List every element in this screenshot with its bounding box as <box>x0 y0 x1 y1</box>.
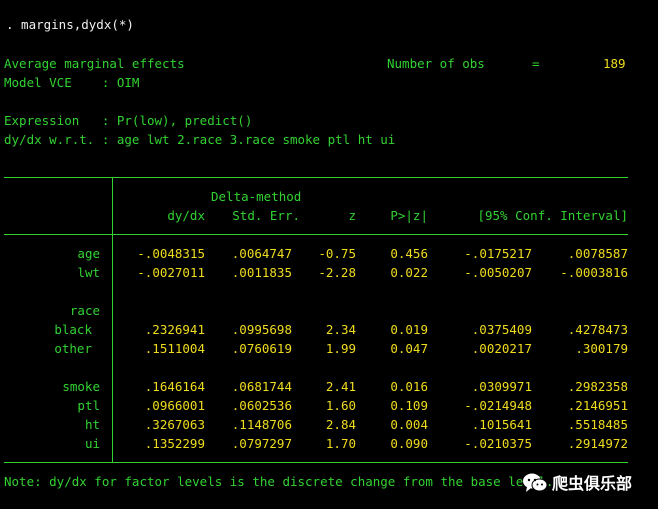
row-label-ptl: ptl <box>77 398 100 413</box>
cell-ht-dydx: .3267063 <box>144 417 205 432</box>
footnote: Note: dy/dx for factor levels is the dis… <box>4 474 554 489</box>
cell-black-ci-lower: .0375409 <box>471 322 532 337</box>
model-vce: Model VCE : OIM <box>4 75 140 90</box>
cell-ht-z: 2.84 <box>325 417 356 432</box>
cell-ptl-ci-lower: -.0214948 <box>464 398 532 413</box>
cell-ptl-pvalue: 0.109 <box>390 398 428 413</box>
cell-age-z: -0.75 <box>318 246 356 261</box>
cell-ptl-ci-upper: .2146951 <box>567 398 628 413</box>
col-stderr-header: Std. Err. <box>232 208 300 223</box>
cell-age-stderr: .0064747 <box>231 246 292 261</box>
col-dydx-header: dy/dx <box>167 208 205 223</box>
expression-line: Expression : Pr(low), predict() <box>4 113 253 128</box>
cell-black-dydx: .2326941 <box>144 322 205 337</box>
nobs-value: 189 <box>603 56 626 71</box>
col-z-header: z <box>348 208 356 223</box>
cell-other-ci-lower: .0020217 <box>471 341 532 356</box>
row-label-race: race <box>69 303 100 318</box>
row-label-other: other <box>54 341 92 356</box>
results-title: Average marginal effects <box>4 56 185 71</box>
table-bottom-rule <box>4 462 628 463</box>
table-column-divider <box>112 177 113 462</box>
table-top-rule <box>4 177 628 178</box>
row-label-age: age <box>77 246 100 261</box>
nobs-label: Number of obs <box>387 56 485 71</box>
cell-age-dydx: -.0048315 <box>137 246 205 261</box>
command-line: . margins,dydx(*) <box>6 17 134 32</box>
cell-lwt-pvalue: 0.022 <box>390 265 428 280</box>
row-label-lwt: lwt <box>77 265 100 280</box>
cell-smoke-ci-upper: .2982358 <box>567 379 628 394</box>
cell-ptl-stderr: .0602536 <box>231 398 292 413</box>
cell-lwt-ci-upper: -.0003816 <box>560 265 628 280</box>
cell-other-stderr: .0760619 <box>231 341 292 356</box>
cell-other-dydx: .1511004 <box>144 341 205 356</box>
cell-other-ci-upper: .300179 <box>575 341 628 356</box>
cell-ui-dydx: .1352299 <box>144 436 205 451</box>
cell-black-z: 2.34 <box>325 322 356 337</box>
row-label-ui: ui <box>84 436 100 451</box>
cell-other-pvalue: 0.047 <box>390 341 428 356</box>
cell-black-ci-upper: .4278473 <box>567 322 628 337</box>
watermark-text: 爬虫俱乐部 <box>552 473 633 493</box>
cell-ht-ci-lower: .1015641 <box>471 417 532 432</box>
cell-age-ci-lower: -.0175217 <box>464 246 532 261</box>
row-label-black: black <box>54 322 92 337</box>
cell-smoke-ci-lower: .0309971 <box>471 379 532 394</box>
row-label-smoke: smoke <box>62 379 100 394</box>
cell-ht-pvalue: 0.004 <box>390 417 428 432</box>
cell-smoke-z: 2.41 <box>325 379 356 394</box>
cell-ui-ci-upper: .2914972 <box>567 436 628 451</box>
row-label-ht: ht <box>84 417 100 432</box>
cell-smoke-dydx: .1646164 <box>144 379 205 394</box>
cell-ui-pvalue: 0.090 <box>390 436 428 451</box>
cell-lwt-z: -2.28 <box>318 265 356 280</box>
cell-ht-ci-upper: .5518485 <box>567 417 628 432</box>
dydx-wrt-line: dy/dx w.r.t. : age lwt 2.race 3.race smo… <box>4 132 396 147</box>
cell-black-pvalue: 0.019 <box>390 322 428 337</box>
cell-smoke-pvalue: 0.016 <box>390 379 428 394</box>
cell-age-pvalue: 0.456 <box>390 246 428 261</box>
cell-lwt-stderr: .0011835 <box>231 265 292 280</box>
cell-black-stderr: .0995698 <box>231 322 292 337</box>
cell-ptl-dydx: .0966001 <box>144 398 205 413</box>
cell-lwt-ci-lower: -.0050207 <box>464 265 532 280</box>
col-ci-header: [95% Conf. Interval] <box>477 208 628 223</box>
cell-lwt-dydx: -.0027011 <box>137 265 205 280</box>
cell-smoke-stderr: .0681744 <box>231 379 292 394</box>
cell-ui-ci-lower: -.0210375 <box>464 436 532 451</box>
wechat-bubble-icon <box>523 473 548 492</box>
table-header-rule <box>4 234 628 235</box>
nobs-equals: = <box>532 56 540 71</box>
cell-ptl-z: 1.60 <box>325 398 356 413</box>
cell-other-z: 1.99 <box>325 341 356 356</box>
cell-ht-stderr: .1148706 <box>231 417 292 432</box>
watermark: 爬虫俱乐部 <box>522 470 658 496</box>
delta-method-header: Delta-method <box>211 189 302 204</box>
cell-ui-stderr: .0797297 <box>231 436 292 451</box>
cell-ui-z: 1.70 <box>325 436 356 451</box>
cell-age-ci-upper: .0078587 <box>567 246 628 261</box>
col-p-header: P>|z| <box>390 208 428 223</box>
